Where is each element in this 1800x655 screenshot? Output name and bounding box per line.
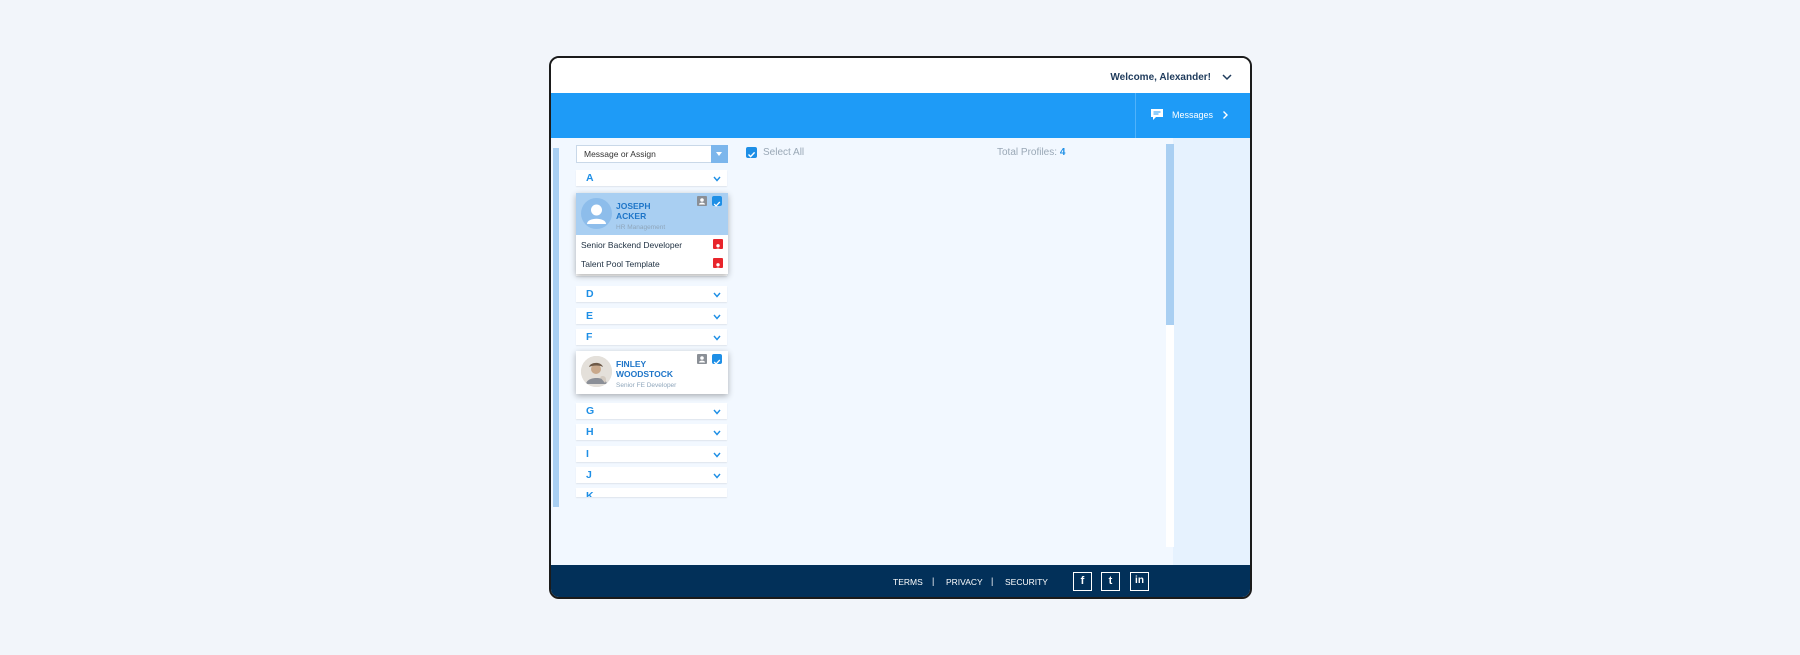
letter-group-i[interactable]: I: [576, 446, 727, 462]
id-card-icon[interactable]: [697, 354, 707, 364]
profile-checkbox[interactable]: [712, 196, 722, 207]
profile-card-joseph-acker[interactable]: JOSEPH ACKER HR Management Senior Backen…: [576, 193, 728, 274]
dropdown-item-label: Talent Pool Template: [581, 259, 660, 269]
total-profiles-count: 4: [1059, 147, 1066, 158]
footer: TERMS | PRIVACY | SECURITY f t in: [551, 565, 1250, 597]
app-window: Welcome, Alexander! Messages Message or …: [549, 56, 1252, 599]
letter-group-j[interactable]: J: [576, 467, 727, 483]
profile-checkbox[interactable]: [712, 354, 722, 365]
twitter-icon[interactable]: t: [1101, 572, 1120, 591]
profile-card-header[interactable]: FINLEY WOODSTOCK Senior FE Developer: [576, 351, 728, 394]
chevron-right-icon: [1223, 111, 1228, 119]
chevron-down-icon: [713, 409, 721, 415]
chevron-down-icon: [713, 314, 721, 320]
facebook-glyph: f: [1080, 575, 1085, 587]
select-dropdown-button[interactable]: [711, 145, 728, 163]
letter-group-h[interactable]: H: [576, 424, 727, 440]
caret-down-icon: [716, 152, 722, 156]
chevron-down-icon[interactable]: [1220, 70, 1234, 84]
twitter-glyph: t: [1108, 575, 1113, 587]
dropdown-item-senior-backend-developer[interactable]: Senior Backend Developer: [576, 235, 728, 254]
profile-first-name: FINLEY: [616, 359, 647, 369]
chat-bubble-icon: [1151, 109, 1163, 120]
letter-group-k[interactable]: K: [576, 488, 727, 497]
profile-first-name: JOSEPH: [616, 201, 651, 211]
profile-last-name: ACKER: [616, 211, 647, 221]
footer-separator: |: [932, 576, 935, 586]
total-profiles: Total Profiles: 4: [997, 147, 1065, 158]
letter-label: K: [586, 490, 594, 497]
remove-user-icon[interactable]: [713, 239, 723, 251]
user-avatar-icon: [587, 204, 606, 224]
messages-label: Messages: [1172, 110, 1214, 120]
terms-link[interactable]: TERMS: [893, 577, 923, 587]
profile-role: HR Management: [616, 224, 666, 231]
action-select[interactable]: Message or Assign: [576, 145, 728, 163]
left-strip: [553, 148, 559, 507]
linkedin-icon[interactable]: in: [1130, 572, 1149, 591]
letter-label: G: [586, 405, 595, 417]
chevron-down-icon: [713, 292, 721, 298]
chevron-down-icon: [713, 176, 721, 182]
select-all-checkbox[interactable]: [746, 147, 757, 158]
scrollbar-thumb[interactable]: [1166, 144, 1174, 325]
check-icon: [713, 359, 721, 365]
letter-label: A: [586, 172, 594, 184]
profile-role: Senior FE Developer: [616, 382, 677, 389]
total-profiles-label: Total Profiles:: [997, 147, 1058, 158]
messages-button[interactable]: Messages: [1135, 93, 1250, 138]
security-link[interactable]: SECURITY: [1005, 577, 1048, 587]
dropdown-item-label: Senior Backend Developer: [581, 240, 683, 250]
letter-group-f[interactable]: F: [576, 329, 727, 345]
footer-separator: |: [991, 576, 994, 586]
avatar: [581, 198, 612, 229]
letter-group-d[interactable]: D: [576, 286, 727, 302]
letter-label: H: [586, 426, 594, 438]
profile-card-header[interactable]: JOSEPH ACKER HR Management: [576, 193, 728, 235]
letter-label: E: [586, 310, 594, 322]
letter-label: D: [586, 288, 594, 300]
letter-group-g[interactable]: G: [576, 403, 727, 419]
action-select-value: Message or Assign: [584, 149, 656, 159]
avatar: [581, 356, 612, 387]
chevron-down-icon: [713, 335, 721, 341]
letter-group-e[interactable]: E: [576, 308, 727, 324]
welcome-user-menu[interactable]: Welcome, Alexander!: [1110, 72, 1211, 83]
dropdown-item-talent-pool-template[interactable]: Talent Pool Template: [576, 254, 728, 273]
vertical-scrollbar[interactable]: [1166, 144, 1174, 547]
select-all-label: Select All: [763, 147, 805, 158]
profile-name[interactable]: FINLEY WOODSTOCK: [616, 359, 673, 379]
profile-name[interactable]: JOSEPH ACKER: [616, 201, 651, 221]
facebook-icon[interactable]: f: [1073, 572, 1092, 591]
profile-card-finley-woodstock[interactable]: FINLEY WOODSTOCK Senior FE Developer: [576, 351, 728, 394]
letter-group-a[interactable]: A: [576, 170, 727, 186]
chevron-down-icon: [713, 430, 721, 436]
profile-last-name: WOODSTOCK: [616, 369, 673, 379]
chevron-down-icon: [713, 473, 721, 479]
right-panel: [1173, 138, 1250, 565]
remove-user-icon[interactable]: [713, 258, 723, 270]
letter-label: J: [586, 469, 592, 481]
profile-photo: [581, 356, 612, 387]
letter-label: I: [586, 448, 589, 460]
check-icon: [748, 151, 756, 158]
main-content: Message or Assign Select All Total Profi…: [551, 138, 1250, 565]
privacy-link[interactable]: PRIVACY: [946, 577, 983, 587]
top-bar: Welcome, Alexander!: [551, 58, 1250, 93]
nav-bar: Messages: [551, 93, 1250, 138]
chevron-down-icon: [713, 452, 721, 458]
check-icon: [713, 201, 721, 207]
id-card-icon[interactable]: [697, 196, 707, 206]
linkedin-glyph: in: [1135, 575, 1144, 586]
letter-label: F: [586, 331, 593, 343]
